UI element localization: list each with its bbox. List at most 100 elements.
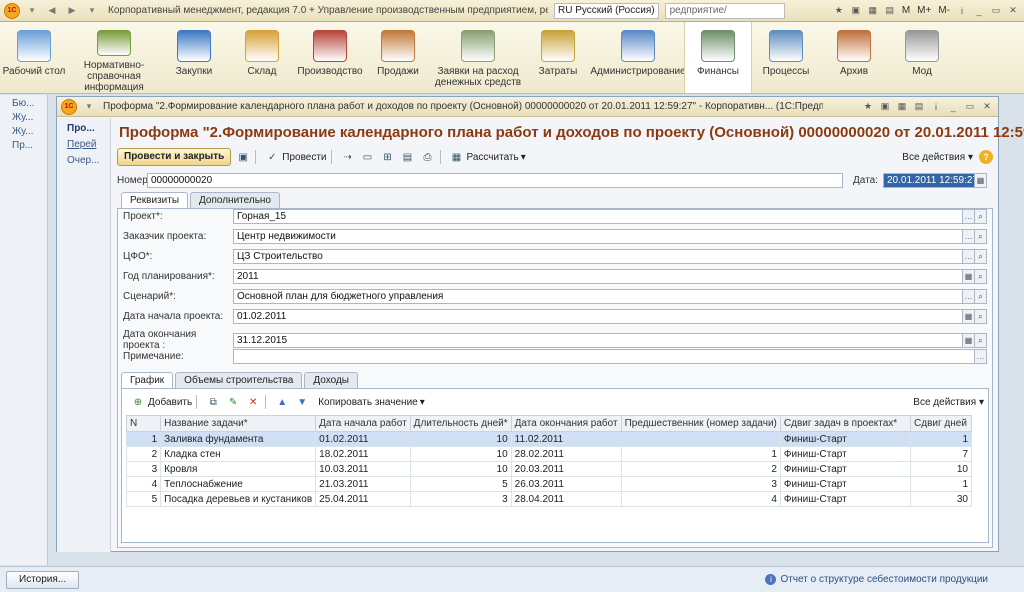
copy-value-button[interactable]: Копировать значение bbox=[318, 397, 418, 408]
link-icon[interactable]: ▣ bbox=[878, 100, 892, 114]
close-icon[interactable]: ✕ bbox=[980, 100, 994, 114]
post-icon[interactable]: ✓ bbox=[264, 149, 280, 165]
calendar-icon[interactable]: ▦ bbox=[963, 269, 975, 284]
calculate-icon[interactable]: ▦ bbox=[449, 149, 465, 165]
all-actions-button-2[interactable]: Все действия ▾ bbox=[913, 397, 984, 408]
section-desk[interactable]: Рабочий стол bbox=[0, 22, 68, 93]
select-button[interactable]: … bbox=[963, 229, 975, 244]
section-archive[interactable]: Архив bbox=[820, 22, 888, 93]
print-icon[interactable]: ⎙ bbox=[420, 149, 436, 165]
copy-value-dropdown-icon[interactable]: ▾ bbox=[420, 397, 425, 408]
side-item-current[interactable]: Про... bbox=[67, 123, 110, 134]
calendar-icon[interactable]: ▦ bbox=[963, 332, 975, 348]
forward-icon[interactable]: ▶ bbox=[64, 3, 80, 19]
column-header[interactable]: Дата начала работ bbox=[315, 415, 411, 432]
column-header[interactable]: Предшественник (номер задачи) bbox=[620, 415, 781, 432]
section-delivery[interactable]: Продажи bbox=[364, 22, 432, 93]
star-icon[interactable]: ★ bbox=[832, 4, 846, 18]
goto-icon[interactable]: ⇢ bbox=[340, 149, 356, 165]
field-input[interactable]: 01.02.2011 bbox=[233, 309, 963, 324]
add-button[interactable]: Добавить bbox=[148, 397, 192, 408]
1c-logo-icon[interactable]: 1С bbox=[4, 2, 20, 19]
all-actions-button[interactable]: Все действия ▾ bbox=[902, 152, 973, 163]
calendar-icon[interactable]: ▦ bbox=[866, 4, 880, 18]
date-picker-icon[interactable]: ▦ bbox=[975, 173, 987, 188]
number-field[interactable]: 00000000020 bbox=[147, 173, 843, 188]
field-input[interactable] bbox=[233, 349, 975, 364]
section-factory[interactable]: Производство bbox=[296, 22, 364, 93]
select-button[interactable]: … bbox=[975, 349, 987, 364]
delete-icon[interactable]: ✕ bbox=[245, 394, 261, 410]
nav-item[interactable]: Жу... bbox=[12, 126, 47, 137]
save-icon[interactable]: ▣ bbox=[235, 149, 251, 165]
column-header[interactable]: Сдвиг задач в проектах* bbox=[779, 415, 912, 432]
nav-item[interactable]: Бю... bbox=[12, 98, 47, 109]
open-icon[interactable]: ⌕ bbox=[975, 249, 987, 264]
open-icon[interactable]: ⌕ bbox=[975, 229, 987, 244]
menu-icon[interactable]: ▾ bbox=[81, 99, 97, 115]
column-header[interactable]: Дата окончания работ bbox=[510, 415, 622, 432]
table-row[interactable]: 2 Кладка стен 18.02.2011 10 28.02.2011 1 Финиш… bbox=[125, 446, 972, 462]
side-item-goto[interactable]: Перей bbox=[67, 139, 110, 150]
nav-item[interactable]: Пр... bbox=[12, 140, 47, 151]
language-indicator[interactable]: RU Русский (Россия) bbox=[554, 2, 659, 19]
memory-m-button[interactable]: M bbox=[900, 5, 912, 16]
restore-icon[interactable]: ▭ bbox=[989, 4, 1003, 18]
table-row[interactable]: 3 Кровля 10.03.2011 10 20.03.2011 2 Финиш-Стар… bbox=[125, 461, 972, 477]
section-coins[interactable]: Затраты bbox=[524, 22, 592, 93]
field-input[interactable]: 31.12.2015 bbox=[233, 332, 963, 348]
column-header[interactable]: Длительность дней* bbox=[409, 415, 512, 432]
open-icon[interactable]: ⌕ bbox=[975, 209, 987, 224]
field-input[interactable]: Основной план для бюджетного управления bbox=[233, 289, 963, 304]
tab-requisites[interactable]: Реквизиты bbox=[121, 192, 189, 208]
post-button[interactable]: Провести bbox=[282, 152, 326, 163]
report-icon[interactable]: ▤ bbox=[400, 149, 416, 165]
open-icon[interactable]: ⌕ bbox=[975, 289, 987, 304]
field-input[interactable]: Горная_15 bbox=[233, 209, 963, 224]
section-clipboard[interactable]: Заявки на расход денежных средств bbox=[432, 22, 524, 93]
calculate-dropdown-icon[interactable]: ▾ bbox=[521, 152, 526, 163]
section-binders[interactable]: Нормативно-справочная информация bbox=[68, 22, 160, 93]
column-header[interactable]: Название задачи* bbox=[160, 415, 317, 432]
calculator-small-icon[interactable]: ▤ bbox=[883, 4, 897, 18]
search-input[interactable]: редприятие/ bbox=[664, 2, 785, 19]
structure-icon[interactable]: ⊞ bbox=[380, 149, 396, 165]
field-input[interactable]: Центр недвижимости bbox=[233, 229, 963, 244]
table-row[interactable]: 1 Заливка фундамента 01.02.2011 10 11.02.201… bbox=[125, 431, 972, 447]
menu-icon[interactable]: ▾ bbox=[24, 3, 40, 19]
info-icon[interactable]: i bbox=[955, 4, 969, 18]
minimize-icon[interactable]: _ bbox=[972, 4, 986, 18]
tab-schedule[interactable]: График bbox=[121, 372, 174, 388]
back-icon[interactable]: ◀ bbox=[44, 3, 60, 19]
field-input[interactable]: 2011 bbox=[233, 269, 963, 284]
column-header[interactable]: N bbox=[125, 415, 162, 432]
copy-icon[interactable]: ⧉ bbox=[205, 394, 221, 410]
select-button[interactable]: … bbox=[963, 289, 975, 304]
calculate-button[interactable]: Рассчитать bbox=[467, 152, 519, 163]
section-calculator[interactable]: Финансы bbox=[684, 22, 752, 93]
section-truck[interactable]: Закупки bbox=[160, 22, 228, 93]
memory-plus-button[interactable]: M+ bbox=[915, 5, 933, 16]
calculator-small-icon[interactable]: ▤ bbox=[912, 100, 926, 114]
column-header[interactable]: Сдвиг дней bbox=[910, 415, 972, 432]
section-more[interactable]: Мод bbox=[888, 22, 956, 93]
select-button[interactable]: … bbox=[963, 209, 975, 224]
field-input[interactable]: ЦЗ Строительство bbox=[233, 249, 963, 264]
info-icon[interactable]: i bbox=[929, 100, 943, 114]
history-button[interactable]: История... bbox=[6, 570, 80, 589]
side-item-queue[interactable]: Очер... bbox=[67, 155, 110, 166]
history-dropdown-icon[interactable]: ▾ bbox=[84, 3, 100, 19]
star-icon[interactable]: ★ bbox=[861, 100, 875, 114]
minimize-icon[interactable]: _ bbox=[946, 100, 960, 114]
table-row[interactable]: 4 Теплоснабжение 21.03.2011 5 26.03.2011 3 Фин… bbox=[125, 476, 972, 492]
minus-icon[interactable]: ▭ bbox=[360, 149, 376, 165]
close-icon[interactable]: ✕ bbox=[1006, 4, 1020, 18]
add-icon[interactable]: ⊕ bbox=[130, 394, 146, 410]
table-row[interactable]: 5 Посадка деревьев и кустаников 25.04.2011… bbox=[125, 491, 972, 507]
edit-icon[interactable]: ✎ bbox=[225, 394, 241, 410]
1c-logo-icon[interactable]: 1С bbox=[61, 98, 77, 115]
post-and-close-button[interactable]: Провести и закрыть bbox=[117, 148, 232, 166]
tab-construction-volumes[interactable]: Объемы строительства bbox=[175, 372, 303, 388]
calendar-icon[interactable]: ▦ bbox=[963, 309, 975, 324]
tab-income[interactable]: Доходы bbox=[304, 372, 358, 388]
